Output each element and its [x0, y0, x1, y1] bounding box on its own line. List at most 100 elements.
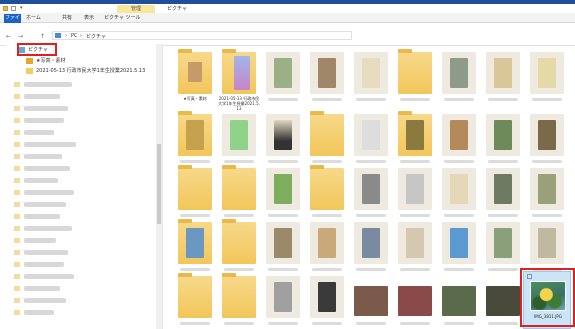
blurred-label — [268, 98, 298, 101]
blurred-tree-item[interactable] — [24, 106, 68, 111]
folder-preview — [450, 174, 468, 204]
quick-access-dropdown[interactable]: ▾ — [20, 5, 23, 11]
blurred-tree-item[interactable] — [24, 154, 62, 159]
folder-icon — [354, 222, 388, 264]
blurred-folder-icon — [14, 262, 20, 267]
tab-share[interactable]: 共有 — [62, 14, 72, 23]
blurred-folder-icon — [14, 142, 20, 147]
folder-icon — [398, 111, 432, 156]
folder-preview — [274, 120, 292, 150]
blurred-tree-item[interactable] — [24, 274, 74, 279]
folder-preview — [186, 120, 204, 150]
up-button[interactable]: ↑ — [40, 33, 45, 40]
context-title: ピクチャ — [167, 6, 187, 12]
file-list: ★写真・素材 2021-05-13 行政市民大学1年生授業2021.5.13 ✓… — [166, 44, 575, 329]
folder-icon — [442, 114, 476, 156]
folder-preview — [538, 120, 556, 150]
blurred-tree-item[interactable] — [24, 190, 74, 195]
blurred-tree-item[interactable] — [24, 238, 56, 243]
blurred-label — [268, 268, 298, 271]
folder-icon — [222, 273, 256, 318]
folder-preview — [274, 58, 292, 88]
tab-home[interactable]: ホーム — [26, 14, 41, 23]
blurred-folder-icon — [14, 178, 20, 183]
folder-icon — [266, 276, 300, 318]
folder-preview — [318, 58, 336, 88]
blurred-tree-item[interactable] — [24, 262, 64, 267]
folder-icon — [398, 222, 432, 264]
blurred-label — [532, 160, 562, 163]
blurred-label — [400, 322, 430, 325]
blurred-folder-icon — [14, 202, 20, 207]
folder-icon — [266, 114, 300, 156]
address-field[interactable]: › PC › ピクチャ — [52, 31, 352, 40]
folder-icon — [26, 67, 33, 74]
folder-preview — [274, 282, 292, 312]
blurred-folder-icon — [14, 250, 20, 255]
blurred-tree-item[interactable] — [24, 82, 72, 87]
blurred-folder-icon — [14, 82, 20, 87]
blurred-label — [268, 160, 298, 163]
scrollbar-thumb[interactable] — [157, 144, 161, 224]
folder-icon — [222, 114, 256, 156]
blurred-tree-item[interactable] — [24, 298, 66, 303]
folder-icon — [398, 49, 432, 94]
blurred-tree-item[interactable] — [24, 214, 60, 219]
blurred-label — [312, 98, 342, 101]
blurred-label — [356, 214, 386, 217]
folder-preview — [318, 282, 336, 312]
blurred-folder-icon — [14, 226, 20, 231]
blurred-tree-item[interactable] — [24, 94, 60, 99]
sidebar-item-photos[interactable]: ★写真・素材 — [26, 57, 65, 64]
tab-view[interactable]: 表示 — [84, 14, 94, 23]
back-button[interactable]: ← — [6, 33, 11, 40]
blurred-label — [356, 160, 386, 163]
blurred-label — [312, 322, 342, 325]
breadcrumb-pictures[interactable]: ピクチャ — [86, 33, 106, 40]
folder-preview — [406, 120, 424, 150]
blurred-tree-item[interactable] — [24, 166, 70, 171]
folder-icon — [310, 222, 344, 264]
blurred-tree-item[interactable] — [24, 178, 58, 183]
ribbon-tabs: ファイル ホーム 共有 表示 ピクチャ ツール — [0, 13, 575, 30]
properties-icon[interactable] — [11, 6, 16, 11]
blurred-folder-icon — [14, 166, 20, 171]
blurred-folder-icon — [14, 94, 20, 99]
image-thumbnail — [442, 286, 476, 316]
blurred-tree-item[interactable] — [24, 310, 54, 315]
forward-button[interactable]: → — [18, 33, 23, 40]
folder-preview — [318, 228, 336, 258]
blurred-label — [224, 160, 254, 163]
blurred-label — [400, 160, 430, 163]
blurred-label — [488, 160, 518, 163]
sidebar-item-lecture-folder[interactable]: 2021-05-13 行政市民大学1年生授業2021.5.13 — [26, 67, 145, 74]
folder-icon — [442, 168, 476, 210]
breadcrumb-pc[interactable]: PC — [71, 33, 78, 39]
folder-icon — [530, 114, 564, 156]
highlight-pictures-box — [17, 43, 57, 56]
blurred-tree-item[interactable] — [24, 118, 64, 123]
folder-icon — [354, 168, 388, 210]
blurred-tree-item[interactable] — [24, 226, 72, 231]
blurred-tree-item[interactable] — [24, 286, 60, 291]
pane-splitter[interactable] — [162, 44, 163, 329]
blurred-tree-item[interactable] — [24, 202, 66, 207]
folder-preview — [406, 228, 424, 258]
blurred-tree-item[interactable] — [24, 142, 76, 147]
folder-icon — [486, 114, 520, 156]
folder-icon — [266, 52, 300, 94]
navigation-pane: ピクチャ ★写真・素材 2021-05-13 行政市民大学1年生授業2021.5… — [6, 42, 156, 329]
folder-icon — [530, 52, 564, 94]
tab-manage[interactable]: 管理 — [117, 5, 155, 13]
blurred-label — [488, 268, 518, 271]
blurred-label — [180, 214, 210, 217]
folder-icon[interactable] — [3, 6, 8, 11]
folder-icon — [26, 57, 33, 64]
blurred-label — [532, 98, 562, 101]
tab-picture-tools[interactable]: ピクチャ ツール — [104, 14, 141, 23]
blurred-folder-icon — [14, 118, 20, 123]
blurred-tree-item[interactable] — [24, 250, 68, 255]
blurred-tree-item[interactable] — [24, 130, 54, 135]
blurred-label — [400, 214, 430, 217]
tab-file[interactable]: ファイル — [4, 14, 21, 30]
